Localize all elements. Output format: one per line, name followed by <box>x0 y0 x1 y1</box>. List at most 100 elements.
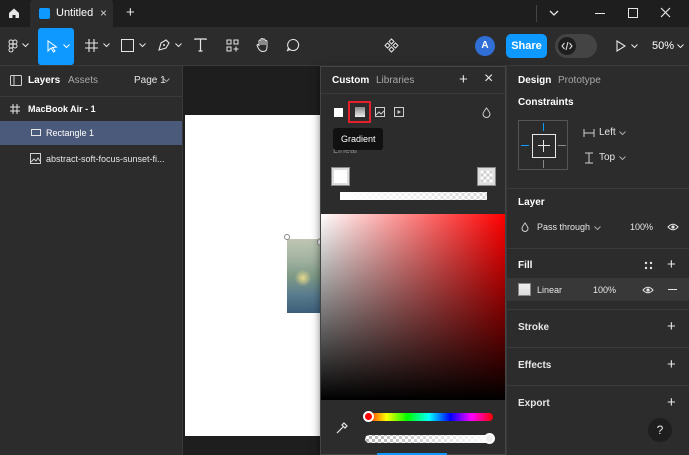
main-menu-icon[interactable] <box>8 39 20 54</box>
components-icon[interactable] <box>384 38 399 53</box>
add-effect-button[interactable]: + <box>667 356 676 373</box>
resources-icon[interactable] <box>226 39 239 52</box>
constraint-left-line <box>521 145 529 146</box>
text-tool-icon[interactable] <box>194 38 207 52</box>
fill-picker-popup: Custom Libraries + × Linear Gradient <box>320 66 506 455</box>
tab-assets[interactable]: Assets <box>68 75 98 86</box>
zoom-chevron-icon[interactable] <box>677 44 684 49</box>
constraint-right-line <box>558 145 566 146</box>
blend-mode-chevron-icon[interactable] <box>594 226 601 231</box>
design-divider <box>507 385 689 386</box>
fill-type-label[interactable]: Linear <box>537 285 562 295</box>
comment-tool-icon[interactable] <box>286 38 300 52</box>
constraint-bottom-line <box>543 160 544 168</box>
hue-slider-handle[interactable] <box>363 411 374 422</box>
horizontal-constraint-select[interactable]: Left <box>599 127 616 138</box>
solid-fill-icon[interactable] <box>334 108 343 117</box>
layer-row-rectangle-selected[interactable]: Rectangle 1 <box>0 121 182 145</box>
share-button[interactable]: Share <box>506 34 547 58</box>
shape-tool-icon[interactable] <box>121 39 134 52</box>
image-fill-icon[interactable] <box>375 107 385 117</box>
fill-heading: Fill <box>518 260 533 271</box>
add-fill-button[interactable]: + <box>667 256 676 273</box>
horizontal-constraint-icon <box>583 129 595 137</box>
gradient-stop-start[interactable] <box>332 168 349 185</box>
collapse-layers-icon[interactable] <box>10 75 22 86</box>
page-chevron-icon[interactable] <box>163 78 170 83</box>
new-tab-button[interactable]: + <box>126 4 135 21</box>
color-saturation-field[interactable] <box>321 214 505 400</box>
fill-swatch[interactable] <box>518 283 531 296</box>
frame-tool-icon[interactable] <box>85 39 98 52</box>
gradient-stop-end[interactable] <box>478 168 495 185</box>
frame-tool-chevron-icon[interactable] <box>103 43 110 48</box>
add-style-button[interactable]: + <box>459 71 468 88</box>
layer-name: MacBook Air - 1 <box>28 104 96 114</box>
figma-file-icon <box>39 8 50 19</box>
main-menu-chevron-icon[interactable] <box>22 43 29 48</box>
video-fill-icon[interactable] <box>394 107 404 117</box>
remove-fill-icon[interactable] <box>668 289 677 290</box>
eyedropper-icon[interactable] <box>335 421 349 435</box>
constraints-heading: Constraints <box>518 97 574 108</box>
eye-icon[interactable] <box>667 223 679 231</box>
chevron-down-icon[interactable] <box>548 8 560 18</box>
blend-drop-icon[interactable] <box>482 107 491 118</box>
home-icon[interactable] <box>8 7 20 19</box>
toolbar: A Share 50% <box>0 27 689 66</box>
gradient-fill-button[interactable] <box>348 101 371 123</box>
vertical-constraint-select[interactable]: Top <box>599 152 615 163</box>
move-tool-button[interactable] <box>38 28 74 65</box>
minimize-icon[interactable] <box>595 13 605 14</box>
layer-row-frame[interactable]: MacBook Air - 1 <box>0 99 182 119</box>
vertical-chevron-icon[interactable] <box>619 156 626 161</box>
zoom-level[interactable]: 50% <box>652 40 674 52</box>
fill-row[interactable]: Linear 100% <box>507 278 689 301</box>
help-button[interactable]: ? <box>648 418 672 442</box>
add-export-button[interactable]: + <box>667 394 676 411</box>
tab-prototype[interactable]: Prototype <box>558 75 601 86</box>
avatar[interactable]: A <box>475 36 495 56</box>
hand-tool-icon[interactable] <box>256 37 270 53</box>
add-stroke-button[interactable]: + <box>667 318 676 335</box>
tab-design[interactable]: Design <box>518 75 551 86</box>
dev-mode-toggle[interactable] <box>555 34 597 58</box>
play-chevron-icon[interactable] <box>631 44 638 49</box>
gradient-bar[interactable] <box>340 192 487 200</box>
style-grid-icon[interactable] <box>644 261 653 270</box>
opacity-slider-handle[interactable] <box>484 433 495 444</box>
move-tool-chevron-icon <box>63 44 70 49</box>
fill-opacity-value[interactable]: 100% <box>593 285 616 295</box>
pen-tool-icon[interactable] <box>157 38 171 52</box>
horizontal-chevron-icon[interactable] <box>619 131 626 136</box>
constraints-widget[interactable] <box>518 120 568 170</box>
design-panel: Design Prototype Constraints Left Top La… <box>506 66 689 455</box>
close-icon[interactable] <box>660 7 671 18</box>
vertical-constraint-icon <box>585 152 593 164</box>
layer-opacity-value[interactable]: 100% <box>630 222 653 232</box>
layer-row-image[interactable]: abstract-soft-focus-sunset-fi... <box>0 147 182 171</box>
design-divider <box>507 309 689 310</box>
close-tab-icon[interactable]: × <box>100 6 107 20</box>
tab-libraries[interactable]: Libraries <box>376 75 414 86</box>
play-icon[interactable] <box>616 40 626 52</box>
tab-custom[interactable]: Custom <box>332 75 369 86</box>
selection-handle[interactable] <box>284 234 290 240</box>
page-selector[interactable]: Page 1 <box>134 75 166 86</box>
tab-untitled[interactable]: Untitled × <box>30 0 113 27</box>
design-divider <box>507 347 689 348</box>
effects-heading: Effects <box>518 360 552 371</box>
hue-slider[interactable] <box>365 413 493 421</box>
image-icon <box>30 153 41 164</box>
shape-tool-chevron-icon[interactable] <box>139 43 146 48</box>
blend-mode-select[interactable]: Pass through <box>537 222 590 232</box>
tab-layers[interactable]: Layers <box>28 75 60 86</box>
selected-image-rectangle[interactable] <box>286 238 322 314</box>
pen-tool-chevron-icon[interactable] <box>175 43 182 48</box>
blend-mode-icon <box>521 222 529 232</box>
maximize-icon[interactable] <box>628 8 638 18</box>
image-highlight <box>295 269 311 287</box>
close-popup-button[interactable]: × <box>484 70 493 88</box>
opacity-slider[interactable] <box>365 435 493 443</box>
fill-eye-icon[interactable] <box>642 286 654 294</box>
